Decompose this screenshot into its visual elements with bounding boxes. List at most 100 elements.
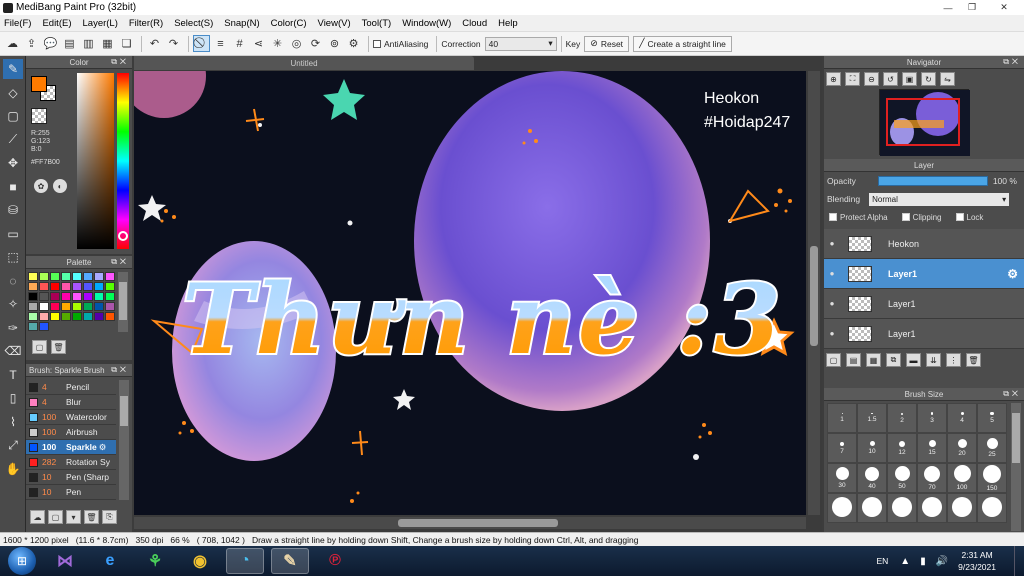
brush-size-preset[interactable]: 15: [917, 433, 947, 463]
hue-slider[interactable]: [117, 73, 129, 249]
folder-icon[interactable]: ▬: [906, 353, 921, 367]
brush-size-preset[interactable]: [917, 493, 947, 523]
rotate-right-icon[interactable]: ↻: [921, 72, 936, 86]
palette-swatch[interactable]: [50, 312, 60, 321]
palette-swatch[interactable]: [61, 282, 71, 291]
navigator-viewport-rect[interactable]: [886, 98, 960, 146]
utility-app-icon[interactable]: ⚘: [136, 548, 174, 574]
menu-file[interactable]: File(F): [4, 18, 31, 29]
cloud-brush-icon[interactable]: ☁: [30, 510, 45, 524]
layers-icon[interactable]: ❏: [118, 35, 135, 52]
brush-list-item[interactable]: 100 Sparkle ⚙: [26, 440, 116, 455]
brush-size-preset[interactable]: 1.5: [857, 403, 887, 433]
brush-size-preset[interactable]: 70: [917, 463, 947, 493]
protect-alpha-checkbox[interactable]: [829, 213, 837, 221]
brush-size-preset[interactable]: 100: [947, 463, 977, 493]
palette-swatch[interactable]: [39, 272, 49, 281]
layer-more-icon[interactable]: ⋮: [946, 353, 961, 367]
new-halftone-layer-icon[interactable]: ▤: [846, 353, 861, 367]
brush-size-preset[interactable]: 1: [827, 403, 857, 433]
brush-size-preset[interactable]: 25: [977, 433, 1007, 463]
menu-help[interactable]: Help: [498, 18, 518, 29]
clipping-checkbox[interactable]: [901, 213, 910, 221]
brush-size-preset[interactable]: 50: [887, 463, 917, 493]
parallel-snap-icon[interactable]: ≡: [212, 35, 229, 52]
maximize-button[interactable]: ❐: [960, 0, 984, 15]
delete-layer-icon[interactable]: 🗑: [966, 353, 981, 367]
visibility-icon[interactable]: ●: [824, 299, 840, 308]
navigator-thumbnail[interactable]: [879, 89, 970, 156]
palette-swatch[interactable]: [105, 312, 115, 321]
palette-swatch[interactable]: [105, 292, 115, 301]
layer-row[interactable]: ● Layer1: [824, 289, 1024, 319]
panel-controls-icon[interactable]: ⧉✕: [111, 257, 129, 267]
canvas-vertical-scrollbar[interactable]: [808, 71, 820, 515]
palette-mode-icon[interactable]: ✿: [34, 179, 48, 193]
curve-snap-icon[interactable]: ⟳: [307, 35, 324, 52]
pinterest-icon[interactable]: ℗: [316, 548, 354, 574]
brush-tool-icon[interactable]: ✎: [3, 59, 23, 79]
zoom-out-icon[interactable]: ⊖: [864, 72, 879, 86]
comment-icon[interactable]: 💬: [42, 35, 59, 52]
radial-snap-icon[interactable]: ⋖: [250, 35, 267, 52]
artwork-canvas[interactable]: Thưn nè :3 Heokon #Hoidap247: [134, 71, 806, 515]
visual-studio-icon[interactable]: ⋈: [46, 548, 84, 574]
palette-scrollbar[interactable]: [118, 272, 128, 332]
panel-controls-icon[interactable]: ⧉✕: [1003, 389, 1021, 399]
palette-swatch[interactable]: [28, 272, 38, 281]
zoom-in-icon[interactable]: ⊕: [826, 72, 841, 86]
internet-explorer-icon[interactable]: e: [91, 548, 129, 574]
select-eraser-tool-icon[interactable]: ⌫: [3, 341, 23, 361]
grid-snap-icon[interactable]: #: [231, 35, 248, 52]
protect-alpha-option[interactable]: Protect Alpha: [829, 213, 888, 222]
clipping-option[interactable]: Clipping: [901, 213, 942, 222]
redo-icon[interactable]: ↷: [165, 35, 182, 52]
brush-size-preset[interactable]: [827, 493, 857, 523]
lock-option[interactable]: Lock: [955, 213, 983, 222]
visibility-icon[interactable]: ●: [824, 329, 840, 338]
brush-size-preset[interactable]: 20: [947, 433, 977, 463]
ellipse-snap-icon[interactable]: ⊚: [326, 35, 343, 52]
brush-size-preset[interactable]: 5: [977, 403, 1007, 433]
palette-swatch[interactable]: [83, 292, 93, 301]
fit-icon[interactable]: ⛶: [845, 72, 860, 86]
palette-swatch[interactable]: [72, 282, 82, 291]
fill-rect-tool-icon[interactable]: ■: [3, 177, 23, 197]
menu-layer[interactable]: Layer(L): [83, 18, 118, 29]
straight-line-button[interactable]: ╱ Create a straight line: [633, 35, 732, 52]
rotate-left-icon[interactable]: ↺: [883, 72, 898, 86]
share-icon[interactable]: ⇪: [23, 35, 40, 52]
layer-row[interactable]: ● Layer1: [824, 319, 1024, 349]
layer-row[interactable]: ● Heokon: [824, 229, 1024, 259]
palette-swatch[interactable]: [83, 302, 93, 311]
opacity-slider[interactable]: [877, 176, 988, 186]
magic-wand-tool-icon[interactable]: ✧: [3, 294, 23, 314]
volume-icon[interactable]: 🔊: [936, 556, 948, 567]
brush-size-preset[interactable]: [947, 493, 977, 523]
menu-cloud[interactable]: Cloud: [462, 18, 487, 29]
brush-list-item[interactable]: 10 Pen: [26, 485, 116, 500]
panel-controls-icon[interactable]: ⧉✕: [111, 57, 129, 67]
menu-edit[interactable]: Edit(E): [42, 18, 71, 29]
delete-color-icon[interactable]: 🗑: [51, 340, 66, 354]
palette-swatch[interactable]: [50, 292, 60, 301]
brush-menu-icon[interactable]: ▾: [66, 510, 81, 524]
document-icon[interactable]: ▥: [80, 35, 97, 52]
palette-swatch[interactable]: [105, 272, 115, 281]
visibility-icon[interactable]: ●: [824, 239, 840, 248]
brush-size-scroll-thumb[interactable]: [1012, 413, 1020, 463]
brush-size-preset[interactable]: [977, 493, 1007, 523]
menu-select[interactable]: Select(S): [174, 18, 213, 29]
palette-swatch[interactable]: [39, 302, 49, 311]
palette-swatch[interactable]: [83, 282, 93, 291]
brush-size-preset[interactable]: 40: [857, 463, 887, 493]
eraser-tool-icon[interactable]: ◇: [3, 83, 23, 103]
dot-tool-icon[interactable]: ⟋: [3, 130, 23, 150]
close-button[interactable]: ✕: [984, 0, 1024, 15]
brush-size-preset[interactable]: 30: [827, 463, 857, 493]
panel-controls-icon[interactable]: ⧉✕: [1003, 57, 1021, 67]
menu-window[interactable]: Window(W): [402, 18, 451, 29]
brush-size-preset[interactable]: [857, 493, 887, 523]
select-pen-tool-icon[interactable]: ✑: [3, 318, 23, 338]
brush-settings-gear-icon[interactable]: ⚙: [99, 442, 107, 453]
